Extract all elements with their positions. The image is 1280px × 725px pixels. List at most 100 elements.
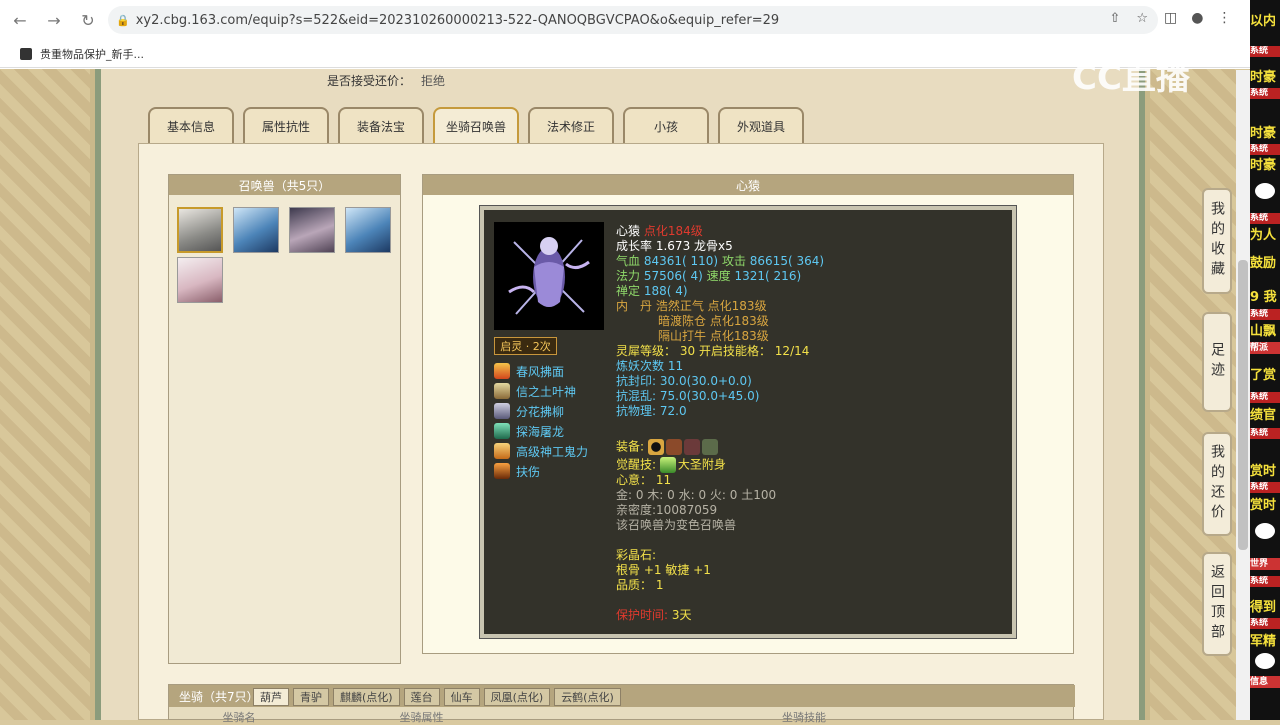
- tab-mounts-pets[interactable]: 坐骑召唤兽: [433, 107, 519, 143]
- pet-thumb[interactable]: [233, 207, 279, 253]
- hp-value: 84361( 110): [643, 254, 719, 268]
- favorites-button[interactable]: 我的收藏: [1202, 188, 1232, 294]
- pet-level: 点化184级: [643, 224, 703, 238]
- danmu-item: 得到: [1250, 600, 1277, 615]
- pet-thumb[interactable]: [345, 207, 391, 253]
- danmu-item: 时豪: [1250, 158, 1277, 173]
- share-icon[interactable]: ⇧: [1109, 11, 1120, 26]
- skill-item[interactable]: 探海屠龙: [494, 421, 588, 441]
- danmu-item: 世界: [1250, 558, 1280, 570]
- lock-icon: 🔒: [116, 13, 130, 27]
- right-decoration: [1150, 69, 1250, 720]
- bookmark-item[interactable]: 贵重物品保护_新手...: [40, 46, 144, 62]
- mounts-title: 坐骑（共7只）: [179, 690, 259, 704]
- pet-thumb[interactable]: [177, 257, 223, 303]
- pet-name: 心猿: [616, 224, 641, 238]
- tab-spell-correction[interactable]: 法术修正: [528, 107, 614, 143]
- pet-portrait: [494, 222, 604, 330]
- caijing-value: 根骨 +1 敏捷 +1: [616, 563, 711, 577]
- tab-basic-info[interactable]: 基本信息: [148, 107, 234, 143]
- tab-attributes[interactable]: 属性抗性: [243, 107, 329, 143]
- mount-tab[interactable]: 葫芦: [253, 688, 289, 706]
- lianyao-value: 11: [667, 359, 684, 373]
- back-icon[interactable]: ←: [6, 6, 34, 34]
- fire-skill-icon: [494, 363, 510, 379]
- skill-item[interactable]: 分花拂柳: [494, 401, 588, 421]
- mount-tab[interactable]: 麒麟(点化): [333, 688, 400, 706]
- scrollbar-thumb[interactable]: [1238, 260, 1248, 550]
- danmu-item: 为人: [1250, 228, 1277, 243]
- mount-tab[interactable]: 莲台: [403, 688, 440, 706]
- skill-item[interactable]: 高级神工鬼力: [494, 441, 588, 461]
- mounts-section: 坐骑（共7只） 葫芦 青驴 麒麟(点化) 莲台 仙车 凤凰(点化) 云鹤(点化)…: [168, 684, 1075, 724]
- neidan-item: 浩然正气 点化183级: [655, 299, 767, 313]
- danmu-item: 系统: [1250, 46, 1280, 57]
- left-decoration: [0, 69, 90, 720]
- mount-tab[interactable]: 仙车: [443, 688, 480, 706]
- xinyi-value: 心意： 11: [616, 473, 672, 487]
- armor-equip-icon[interactable]: [665, 439, 682, 455]
- atk-value: 86615( 364): [749, 254, 825, 268]
- skill-item[interactable]: 扶伤: [494, 461, 588, 481]
- skill-item[interactable]: 春风拂面: [494, 361, 588, 381]
- tab-appearance[interactable]: 外观道具: [718, 107, 804, 143]
- danmu-item: 系统: [1250, 309, 1280, 320]
- danmu-emoji: [1250, 520, 1280, 542]
- skillslot-value: 12/14: [774, 344, 810, 358]
- lingxi-value: 30: [679, 344, 696, 358]
- neidan-item: 隔山打牛 点化183级: [658, 329, 769, 343]
- danmu-item: 系统: [1250, 428, 1280, 439]
- col-mount-skill: 坐骑技能: [782, 711, 826, 724]
- bianse-note: 该召唤兽为变色召唤兽: [616, 518, 737, 532]
- star-icon[interactable]: ☆: [1136, 11, 1148, 26]
- resist-chaos: 抗混乱: 75.0(30.0+45.0): [616, 389, 760, 403]
- skill-item[interactable]: 信之土叶神: [494, 381, 588, 401]
- pet-thumb[interactable]: [177, 207, 223, 253]
- detail-tabs: 基本信息 属性抗性 装备法宝 坐骑召唤兽 法术修正 小孩 外观道具: [148, 107, 804, 143]
- ring-equip-icon[interactable]: [647, 439, 664, 455]
- flower-skill-icon: [494, 403, 510, 419]
- bargain-value: 拒绝: [421, 74, 446, 88]
- pet-thumb[interactable]: [289, 207, 335, 253]
- mount-tab[interactable]: 凤凰(点化): [483, 688, 551, 706]
- browser-chrome: ← → ↻ 🔒 xy2.cbg.163.com/equip?s=522&eid=…: [0, 0, 1250, 70]
- tab-equipment[interactable]: 装备法宝: [338, 107, 424, 143]
- forward-icon[interactable]: →: [40, 6, 68, 34]
- qinmi-value: 亲密度:10087059: [616, 503, 718, 517]
- profile-icon[interactable]: ●: [1191, 10, 1203, 26]
- danmu-item: 了赏: [1250, 368, 1277, 383]
- wuxing-value: 金: 0 木: 0 水: 0 火: 0 土100: [616, 488, 777, 502]
- back-to-top-button[interactable]: 返回顶部: [1202, 552, 1232, 656]
- protect-value: 3天: [671, 608, 692, 622]
- col-mount-name: 坐骑名: [222, 711, 256, 724]
- bookmark-icon: [20, 47, 32, 60]
- necklace-equip-icon[interactable]: [683, 439, 700, 455]
- danmu-item: 系统: [1250, 482, 1280, 493]
- sidepanel-icon[interactable]: ◫: [1164, 10, 1177, 26]
- bargain-row: 是否接受还价： 拒绝: [327, 72, 445, 89]
- danmu-item: 山飘: [1250, 324, 1277, 339]
- danmu-item: 系统: [1250, 576, 1280, 587]
- amulet-equip-icon[interactable]: [701, 439, 718, 455]
- spd-value: 1321( 216): [734, 269, 802, 283]
- danmu-item: 9 我: [1250, 290, 1277, 305]
- pet-card: 启灵 · 2次 春风拂面 信之土叶神 分花拂柳 探海屠龙 高级神工鬼力 扶伤 心…: [479, 205, 1017, 639]
- my-bargain-button[interactable]: 我的还价: [1202, 432, 1232, 536]
- menu-icon[interactable]: ⋮: [1217, 10, 1231, 26]
- mount-tab[interactable]: 青驴: [293, 688, 329, 706]
- skill-list: 春风拂面 信之土叶神 分花拂柳 探海屠龙 高级神工鬼力 扶伤: [494, 361, 588, 481]
- address-bar[interactable]: 🔒 xy2.cbg.163.com/equip?s=522&eid=202310…: [108, 6, 1158, 34]
- awaken-value: 大圣附身: [677, 457, 726, 472]
- danmu-item: 系统: [1250, 213, 1280, 224]
- history-button[interactable]: 足迹: [1202, 312, 1232, 412]
- reload-icon[interactable]: ↻: [74, 6, 102, 34]
- danmu-item: 系统: [1250, 618, 1280, 629]
- danmu-item: 绩官: [1250, 408, 1277, 423]
- heal-skill-icon: [494, 463, 510, 479]
- pet-stats: 心猿 点化184级 成长率 1.673 龙骨x5 气血 84361( 110) …: [616, 224, 996, 623]
- mount-tab[interactable]: 云鹤(点化): [554, 688, 621, 706]
- tab-children[interactable]: 小孩: [623, 107, 709, 143]
- pets-list: 召唤兽（共5只）: [168, 174, 401, 664]
- danmu-item: 时豪: [1250, 126, 1277, 141]
- awaken-skill-icon: [659, 457, 676, 473]
